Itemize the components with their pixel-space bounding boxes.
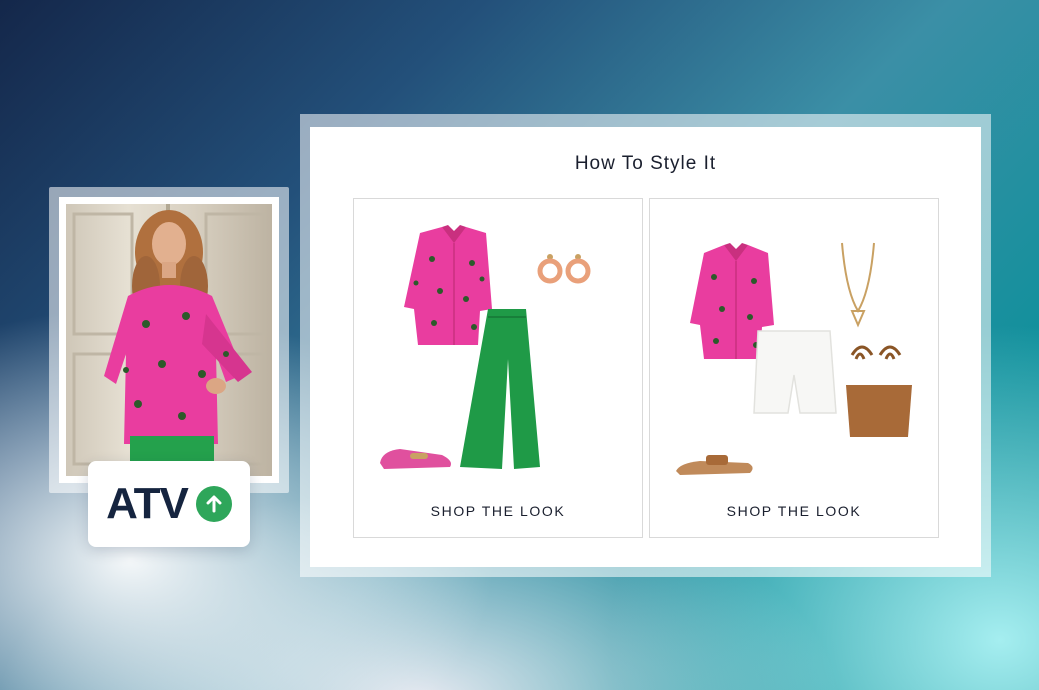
shop-the-look-button-2[interactable]: SHOP THE LOOK xyxy=(650,503,938,519)
model-photo xyxy=(66,204,272,476)
pink-loafers-icon xyxy=(380,449,451,469)
earrings-icon xyxy=(537,254,591,284)
tan-tote-bag-icon xyxy=(846,345,912,437)
atv-label: ATV xyxy=(106,479,189,528)
model-photo-illustration xyxy=(72,204,266,476)
arrow-up-circle-icon xyxy=(195,486,232,522)
look-card-1[interactable]: SHOP THE LOOK xyxy=(353,198,643,538)
panel-title: How To Style It xyxy=(574,153,717,174)
look-2-products xyxy=(676,242,912,475)
shop-the-look-button-1[interactable]: SHOP THE LOOK xyxy=(354,503,642,519)
style-panel: How To Style It SHOP THE LOOK SHOP THE L… xyxy=(310,127,981,567)
model-photo-card xyxy=(59,197,279,483)
atv-badge: ATV xyxy=(88,461,250,547)
look-card-2[interactable]: SHOP THE LOOK xyxy=(649,198,939,538)
pink-shirt-icon xyxy=(404,225,492,345)
look-1-products xyxy=(380,225,591,469)
style-panel-frame: How To Style It SHOP THE LOOK SHOP THE L… xyxy=(300,114,991,577)
necklace-icon xyxy=(841,242,875,328)
model-photo-frame xyxy=(49,187,289,493)
white-shorts-icon xyxy=(753,330,837,414)
tan-sandals-icon xyxy=(676,455,753,475)
